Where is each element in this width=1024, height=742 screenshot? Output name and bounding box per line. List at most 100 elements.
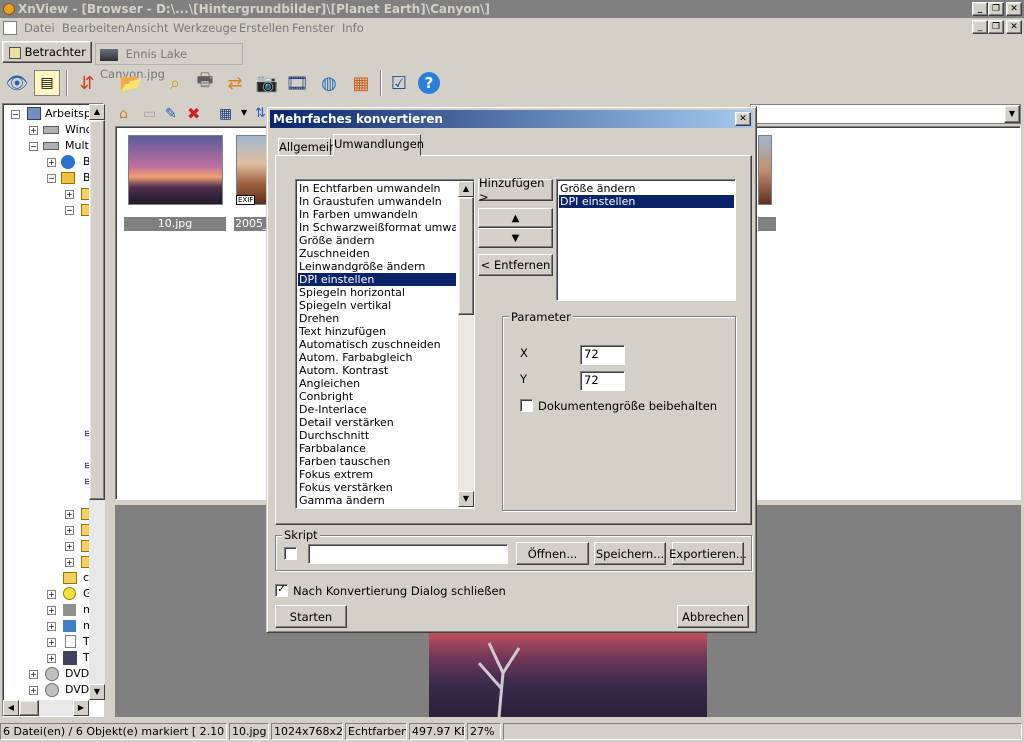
print-icon[interactable]: 🖶 [192,70,218,96]
minimize-button[interactable]: _ [972,2,988,16]
open-script-button[interactable]: Öffnen... [516,542,589,565]
menu-datei[interactable]: Datei [24,21,55,35]
menu-erstellen[interactable]: Erstellen [239,21,289,35]
tab-betrachter[interactable]: Betrachter [2,41,92,63]
tab-allgemein[interactable]: Allgemein [278,138,336,156]
open-folder-icon[interactable]: 📂 [118,70,144,96]
rename-icon[interactable]: ✎ [165,106,177,122]
list-item[interactable]: Autom. Kontrast [298,364,456,377]
selected-transformations-list[interactable]: Größe ändern DPI einstellen [556,179,736,301]
list-item[interactable]: De-Interlace [298,403,456,416]
web-icon[interactable]: ◍ [316,70,342,96]
add-button[interactable]: Hinzufügen > [478,176,553,204]
scroll-thumb[interactable] [458,197,474,315]
restore-button[interactable]: ❐ [988,2,1004,16]
tree-vscrollbar[interactable]: ▲ ▼ [89,104,105,700]
list-item[interactable]: Conbright [298,390,456,403]
scroll-up-arrow-icon[interactable]: ▲ [458,181,474,197]
scroll-down-arrow-icon[interactable]: ▼ [458,491,474,507]
export-script-button[interactable]: Exportieren... [669,542,747,565]
menu-info[interactable]: Info [342,21,364,35]
view-mode-icon[interactable]: ▦ [219,106,232,122]
x-input[interactable]: 72 [580,345,625,365]
tree-hscrollbar[interactable]: ◀ ▶ [3,700,89,716]
list-item[interactable]: Autom. Farbabgleich [298,351,456,364]
cancel-button[interactable]: Abbrechen [677,605,749,628]
filmstrip-icon[interactable]: 🎞 [284,70,310,96]
list-item[interactable]: Farben tauschen [298,455,456,468]
close-after-checkbox[interactable]: ✓ [275,584,288,597]
list-item[interactable]: Spiegeln vertikal [298,299,456,312]
thumbnail[interactable]: 10.jpg [124,135,226,231]
convert-icon[interactable]: ⇄ [222,70,248,96]
menu-bearbeiten[interactable]: Bearbeiten [62,21,125,35]
available-transformations-list[interactable]: In Echtfarben umwandeln In Graustufen umw… [295,179,475,509]
y-input[interactable]: 72 [580,371,625,391]
mdi-restore-button[interactable]: ❐ [988,20,1004,34]
folder-tree[interactable]: − Arbeitspla + Windo − Multim + B − B + … [2,103,105,717]
path-combobox[interactable]: ▼ [750,104,1021,124]
dialog-close-button[interactable]: ✕ [735,112,751,126]
list-item[interactable]: Angleichen [298,377,456,390]
view-icon[interactable]: 👁 [4,70,30,96]
menu-werkzeuge[interactable]: Werkzeuge [173,21,237,35]
save-script-button[interactable]: Speichern... [594,542,666,565]
menu-fenster[interactable]: Fenster [292,21,335,35]
tab-image[interactable]: Ennis Lake Canyon.jpg [95,43,243,81]
slideshow-icon[interactable]: ⌕ [162,70,188,96]
new-folder-icon[interactable]: ▭ [143,106,156,122]
list-item[interactable]: Detail verstärken [298,416,456,429]
browser-mode-icon[interactable]: ▤ [34,70,60,96]
start-button[interactable]: Starten [275,605,347,628]
options-icon[interactable]: ☑ [386,70,412,96]
close-button[interactable]: ✕ [1006,2,1022,16]
list-item[interactable]: In Echtfarben umwandeln [298,182,456,195]
help-icon[interactable]: ? [416,70,442,96]
scroll-left-arrow-icon[interactable]: ◀ [3,700,19,716]
scroll-right-arrow-icon[interactable]: ▶ [73,700,89,716]
list-item[interactable]: Text hinzufügen [298,325,456,338]
list-item[interactable]: DPI einstellen [298,273,456,286]
list-item[interactable]: Leinwandgröße ändern [298,260,456,273]
list-vscrollbar[interactable]: ▲ ▼ [458,181,474,507]
list-item[interactable]: Durchschnitt [298,429,456,442]
list-item[interactable]: Drehen [298,312,456,325]
remove-button[interactable]: < Entfernen [478,254,553,276]
scroll-up-arrow-icon[interactable]: ▲ [89,104,105,120]
up-folder-icon[interactable]: ⌂ [119,106,128,122]
acquire-icon[interactable]: ⇵ [74,70,100,96]
list-item[interactable]: In Graustufen umwandeln [298,195,456,208]
list-item[interactable]: Fokus verstärken [298,481,456,494]
combobox-arrow-icon[interactable]: ▼ [1004,105,1020,123]
list-item[interactable]: Spiegeln horizontal [298,286,456,299]
script-checkbox[interactable] [284,547,297,560]
move-down-button[interactable]: ▼ [478,228,553,248]
keep-size-checkbox[interactable] [520,399,533,412]
mdi-minimize-button[interactable]: _ [972,20,988,34]
mdi-close-button[interactable]: ✕ [1006,20,1022,34]
menu-ansicht[interactable]: Ansicht [126,21,168,35]
file-icon [65,635,76,648]
view-mode-dropdown-icon[interactable]: ▼ [241,108,247,117]
script-combobox[interactable] [308,544,508,564]
thumbnail-image[interactable] [758,135,772,205]
scroll-thumb[interactable] [19,700,39,716]
list-item[interactable]: Farbbalance [298,442,456,455]
list-item[interactable]: DPI einstellen [559,195,734,208]
list-item[interactable]: Fokus extrem [298,468,456,481]
list-item[interactable]: Automatisch zuschneiden [298,338,456,351]
delete-icon[interactable]: ✖ [187,104,200,123]
sort-icon[interactable]: ⇅ [255,106,266,121]
contact-sheet-icon[interactable]: ▦ [348,70,374,96]
list-item[interactable]: In Farben umwandeln [298,208,456,221]
scroll-thumb[interactable] [89,120,105,500]
tab-umwandlungen[interactable]: Umwandlungen [333,134,424,156]
list-item[interactable]: Gamma ändern [298,494,456,506]
list-item[interactable]: Größe ändern [298,234,456,247]
camera-icon[interactable]: 📷 [254,70,280,96]
scroll-down-arrow-icon[interactable]: ▼ [89,684,105,700]
list-item[interactable]: Größe ändern [559,182,734,195]
move-up-button[interactable]: ▲ [478,208,553,228]
list-item[interactable]: Zuschneiden [298,247,456,260]
list-item[interactable]: In Schwarzweißformat umwandeln [298,221,456,234]
